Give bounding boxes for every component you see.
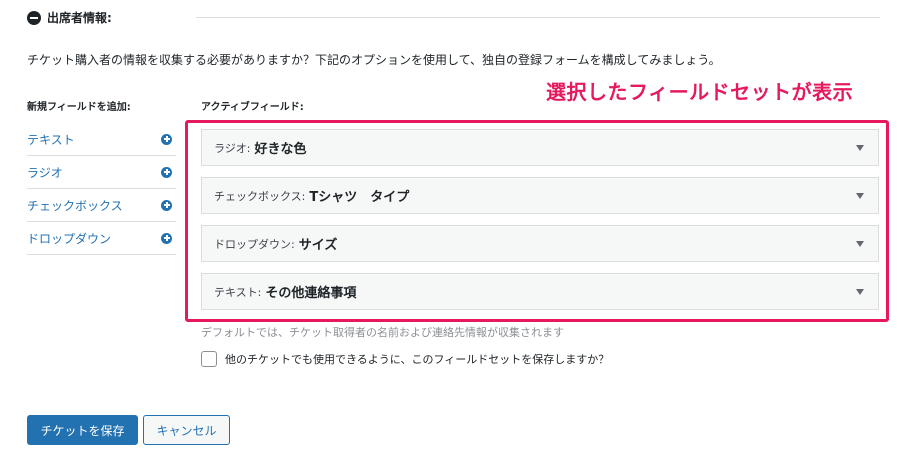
add-field-label[interactable]: ドロップダウン (27, 230, 111, 247)
active-field-checkbox[interactable]: チェックボックス: Tシャツ タイプ (201, 177, 879, 214)
plus-circle-icon[interactable] (161, 199, 172, 211)
active-field-type: テキスト: (214, 285, 262, 299)
section-header[interactable]: 出席者情報: (27, 9, 112, 26)
add-field-text[interactable]: テキスト (27, 123, 176, 156)
add-field-checkbox[interactable]: チェックボックス (27, 189, 176, 222)
add-field-label[interactable]: チェックボックス (27, 197, 123, 214)
default-note: デフォルトでは、チケット取得者の名前および連絡先情報が収集されます (201, 326, 564, 339)
add-fields-label: 新規フィールドを追加: (27, 102, 131, 113)
active-field-text[interactable]: テキスト: その他連絡事項 (201, 273, 879, 310)
caret-down-icon[interactable] (856, 193, 864, 199)
plus-circle-icon[interactable] (161, 133, 172, 145)
add-field-dropdown[interactable]: ドロップダウン (27, 222, 176, 255)
active-field-name: その他連絡事項 (265, 286, 357, 301)
add-field-label[interactable]: テキスト (27, 131, 75, 148)
caret-down-icon[interactable] (856, 241, 864, 247)
plus-circle-icon[interactable] (161, 232, 172, 244)
save-fieldset-option[interactable]: 他のチケットでも使用できるように、このフィールドセットを保存しますか？ (201, 351, 609, 367)
callout-annotation: 選択したフィールドセットが表示 (546, 80, 854, 104)
active-field-dropdown[interactable]: ドロップダウン: サイズ (201, 225, 879, 262)
active-fields-label: アクティブフィールド: (201, 102, 304, 113)
section-title: 出席者情報: (47, 11, 112, 25)
active-field-name: 好きな色 (254, 142, 307, 157)
section-divider (196, 17, 880, 18)
active-field-type: ドロップダウン: (214, 237, 295, 251)
add-field-label[interactable]: ラジオ (27, 164, 63, 181)
save-fieldset-checkbox[interactable] (201, 351, 217, 367)
active-field-type: ラジオ: (214, 141, 251, 155)
active-field-name: Tシャツ タイプ (309, 190, 410, 205)
cancel-button[interactable]: キャンセル (143, 415, 230, 445)
intro-text: チケット購入者の情報を収集する必要がありますか？下記のオプションを使用して、独自… (27, 53, 721, 67)
add-field-list: テキスト ラジオ チェックボックス ドロップダウン (27, 123, 176, 255)
active-field-radio[interactable]: ラジオ: 好きな色 (201, 129, 879, 166)
plus-circle-icon[interactable] (161, 166, 172, 178)
caret-down-icon[interactable] (856, 289, 864, 295)
active-field-name: サイズ (298, 238, 338, 253)
add-field-radio[interactable]: ラジオ (27, 156, 176, 189)
caret-down-icon[interactable] (856, 145, 864, 151)
active-field-type: チェックボックス: (214, 189, 306, 203)
save-fieldset-label[interactable]: 他のチケットでも使用できるように、このフィールドセットを保存しますか？ (225, 351, 609, 367)
save-ticket-button[interactable]: チケットを保存 (27, 415, 138, 445)
collapse-minus-icon[interactable] (27, 10, 41, 25)
